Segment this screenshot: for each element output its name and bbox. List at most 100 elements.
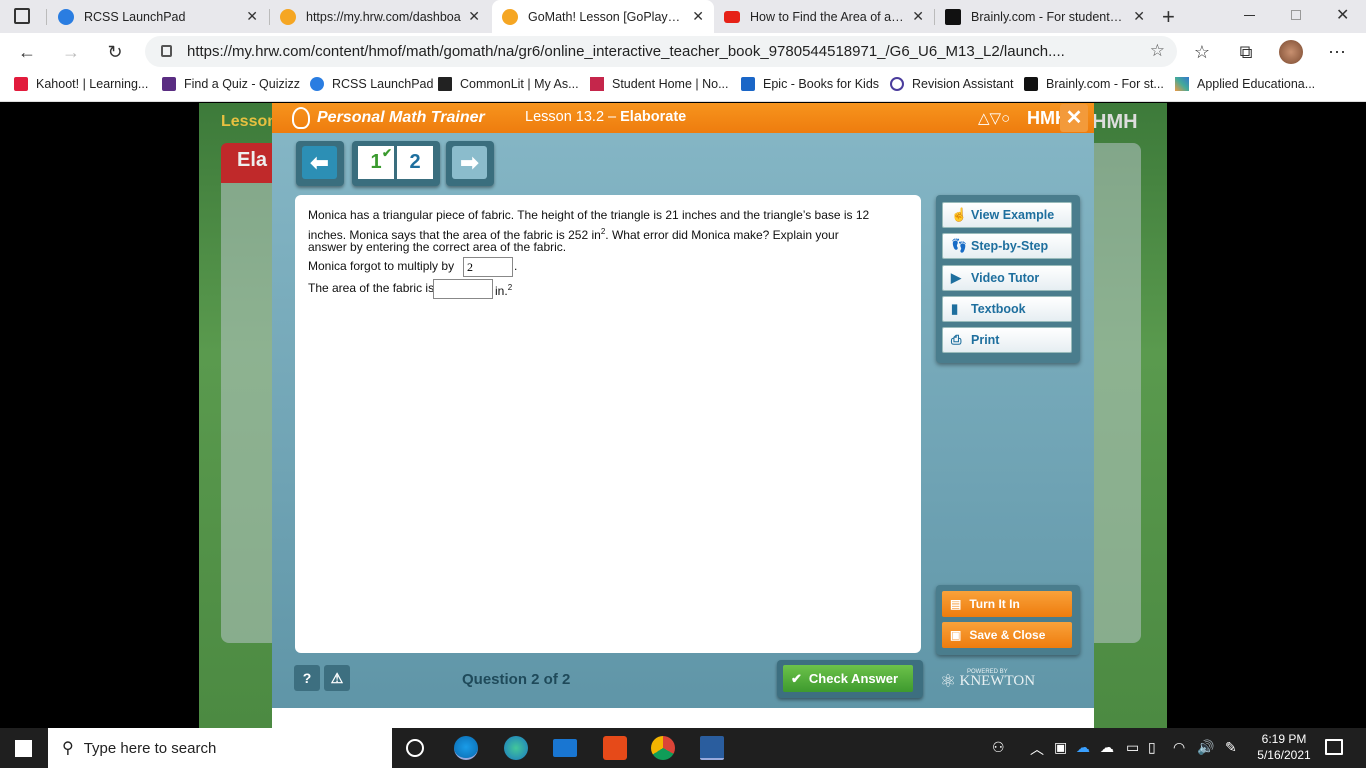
meet-now-icon[interactable]: ▣ xyxy=(1054,739,1067,756)
edge-icon[interactable] xyxy=(504,736,528,760)
close-tab-icon[interactable]: ✕ xyxy=(468,8,480,25)
tab-hrw-dashboard[interactable]: https://my.hrw.com/dashboa ✕ xyxy=(270,0,490,33)
view-example-button[interactable]: ☝ View Example xyxy=(942,202,1072,228)
save-close-button[interactable]: ▣ Save & Close xyxy=(942,622,1072,648)
modal-close-button[interactable]: ✕ xyxy=(1060,104,1088,132)
kahoot-icon xyxy=(14,77,28,91)
mail-icon[interactable] xyxy=(553,739,577,757)
page-viewport: Lesson Ela HMH Personal Math Trainer Les… xyxy=(0,103,1366,728)
bookmark-quizizz[interactable]: Find a Quiz - Quizizz xyxy=(162,77,300,91)
new-tab-button[interactable]: + xyxy=(1162,4,1175,30)
onedrive-blue-icon[interactable]: ☁ xyxy=(1076,739,1090,756)
area-unit: in.2 xyxy=(495,283,513,298)
help-button[interactable]: ? xyxy=(294,665,320,691)
step-by-step-button[interactable]: 👣 Step-by-Step xyxy=(942,233,1072,259)
bookmark-launchpad[interactable]: RCSS LaunchPad xyxy=(310,77,433,91)
loading-favicon-icon xyxy=(280,8,296,25)
people-icon[interactable]: ⚇ xyxy=(992,739,1005,756)
collections-icon[interactable]: ⧉ xyxy=(1233,39,1259,65)
modal-title: Personal Math Trainer xyxy=(317,109,485,126)
more-menu-icon[interactable]: ⋯ xyxy=(1324,39,1350,65)
clock[interactable]: 6:19 PM 5/16/2021 xyxy=(1256,731,1312,763)
lock-icon xyxy=(161,45,172,57)
textbook-button[interactable]: ▮ Textbook xyxy=(942,296,1072,322)
question-2-tab[interactable]: 2 xyxy=(397,146,433,179)
close-tab-icon[interactable]: ✕ xyxy=(692,8,704,25)
question-line-3: answer by entering the correct area of t… xyxy=(308,240,567,254)
restore-icon[interactable] xyxy=(1291,10,1301,20)
pointer-icon: ☝ xyxy=(951,207,968,222)
wifi-icon[interactable]: ◠ xyxy=(1173,739,1185,756)
reload-icon[interactable]: ↻ xyxy=(102,39,128,65)
windows-taskbar: ⚲ Type here to search ⚇ ︿ ▣ ☁ ☁ ▭ ▯ ◠ 🔊 … xyxy=(0,728,1366,768)
bookmarks-bar: Kahoot! | Learning... Find a Quiz - Quiz… xyxy=(0,70,1366,102)
favorites-icon[interactable]: ☆ xyxy=(1189,39,1215,65)
check-answer-button[interactable]: ✔ Check Answer xyxy=(783,665,913,692)
youtube-favicon-icon xyxy=(724,10,740,23)
chrome-icon[interactable] xyxy=(651,736,675,760)
arrow-right-icon: ➡ xyxy=(452,146,487,179)
cortana-icon[interactable] xyxy=(406,739,424,757)
back-icon[interactable]: ← xyxy=(14,39,40,65)
book-icon: ▮ xyxy=(951,301,959,316)
area-input[interactable] xyxy=(433,279,493,299)
show-hidden-icons-chevron[interactable]: ︿ xyxy=(1030,739,1044,759)
minimize-icon[interactable] xyxy=(1244,15,1255,16)
next-question-button[interactable]: ➡ xyxy=(446,141,494,186)
multiply-by-input[interactable] xyxy=(463,257,513,277)
battery-icon[interactable]: ▯ xyxy=(1148,739,1156,756)
forward-icon[interactable]: → xyxy=(58,39,84,65)
knewton-logo: ⚛ POWERED BY KNEWTON xyxy=(940,669,1036,691)
brainly-favicon-icon xyxy=(945,8,961,25)
display-icon[interactable]: ▭ xyxy=(1126,739,1139,756)
profile-avatar[interactable] xyxy=(1279,40,1303,64)
calculator-icon[interactable] xyxy=(700,736,724,760)
prev-question-button[interactable]: ⬅ xyxy=(296,141,344,186)
onedrive-icon[interactable]: ☁ xyxy=(1100,739,1114,756)
bookmark-kahoot[interactable]: Kahoot! | Learning... xyxy=(14,77,148,91)
arrow-left-icon: ⬅ xyxy=(302,146,337,179)
tab-gomath-lesson[interactable]: GoMath! Lesson [GoPlayer v3 ✕ xyxy=(492,0,714,33)
bookmark-commonlit[interactable]: CommonLit | My As... xyxy=(438,77,579,91)
loading-favicon-icon xyxy=(502,8,518,25)
launchpad-favicon-icon xyxy=(58,8,74,25)
revision-icon xyxy=(890,77,904,91)
printer-icon: ⎙ xyxy=(951,332,962,347)
question-1-tab[interactable]: 1 ✔ xyxy=(358,146,394,179)
close-window-icon[interactable]: ✕ xyxy=(1336,5,1349,25)
answer-1-suffix: . xyxy=(514,259,518,273)
play-icon: ▶ xyxy=(951,270,961,285)
close-tab-icon[interactable]: ✕ xyxy=(912,8,924,25)
turn-it-in-button[interactable]: ▤ Turn It In xyxy=(942,591,1072,617)
tab-youtube-area[interactable]: How to Find the Area of a Tri ✕ xyxy=(714,0,934,33)
favorite-star-icon[interactable]: ☆ xyxy=(1150,41,1165,61)
answer-1-prefix: Monica forgot to multiply by xyxy=(308,259,455,273)
epic-icon xyxy=(741,77,755,91)
notifications-icon[interactable] xyxy=(1325,739,1343,755)
lesson-heading: Lesson 13.2 – Elaborate xyxy=(525,109,687,125)
tab-rcss-launchpad[interactable]: RCSS LaunchPad ✕ xyxy=(48,0,268,33)
launchpad-icon xyxy=(310,77,324,91)
windows-start-icon[interactable] xyxy=(15,740,32,757)
pmt-modal: Personal Math Trainer Lesson 13.2 – Elab… xyxy=(272,103,1094,728)
bookmark-epic[interactable]: Epic - Books for Kids xyxy=(741,77,879,91)
bookmark-brainly[interactable]: Brainly.com - For st... xyxy=(1024,77,1164,91)
print-button[interactable]: ⎙ Print xyxy=(942,327,1072,353)
bookmark-applied-educational[interactable]: Applied Educationa... xyxy=(1175,77,1315,91)
volume-icon[interactable]: 🔊 xyxy=(1197,739,1214,756)
video-tutor-button[interactable]: ▶ Video Tutor xyxy=(942,265,1072,291)
edge-legacy-icon[interactable] xyxy=(454,736,478,760)
tab-brainly[interactable]: Brainly.com - For students. By ✕ xyxy=(935,0,1155,33)
url-field[interactable]: https://my.hrw.com/content/hmof/math/gom… xyxy=(145,36,1177,67)
bookmark-revision-assistant[interactable]: Revision Assistant xyxy=(890,77,1013,91)
close-tab-icon[interactable]: ✕ xyxy=(246,8,258,25)
question-number-tabs: 1 ✔ 2 xyxy=(352,141,440,186)
background-hmh-logo: HMH xyxy=(1092,111,1138,133)
tab-actions-icon[interactable] xyxy=(14,8,30,24)
office-icon[interactable] xyxy=(603,736,627,760)
bookmark-newsela[interactable]: Student Home | No... xyxy=(590,77,729,91)
report-issue-button[interactable]: ⚠ xyxy=(324,665,350,691)
pen-workspace-icon[interactable]: ✎ xyxy=(1225,739,1237,756)
close-tab-icon[interactable]: ✕ xyxy=(1133,8,1145,25)
taskbar-search-box[interactable]: ⚲ Type here to search xyxy=(48,728,392,768)
